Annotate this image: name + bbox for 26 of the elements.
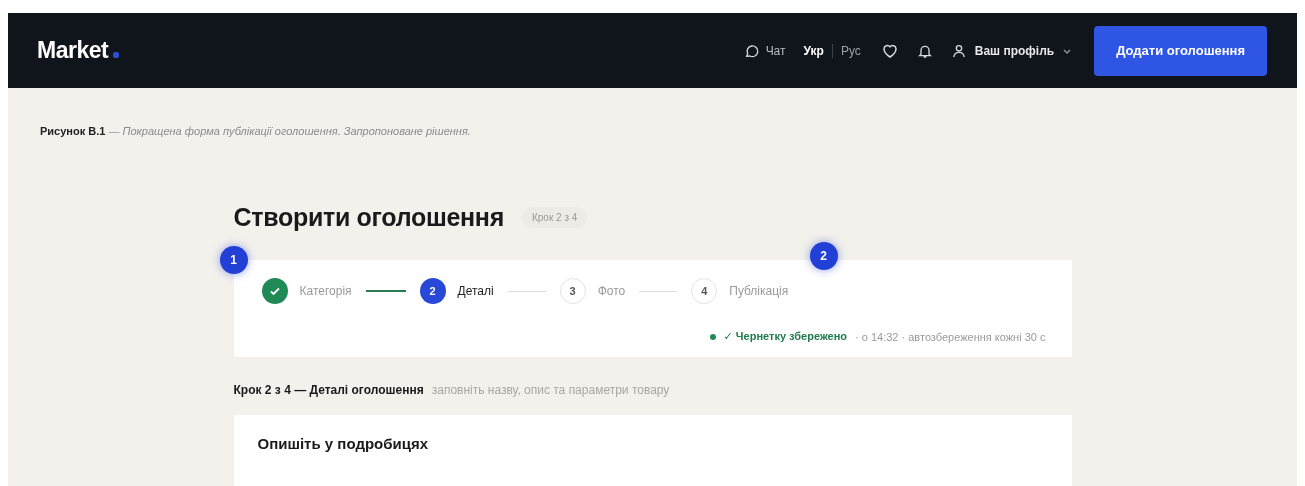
step-label: Фото <box>597 284 626 298</box>
save-detail: · о 14:32 · автозбереження кожні 30 с <box>855 330 1046 343</box>
step-indicator: 3 <box>559 278 586 304</box>
step-label: Категорія <box>299 284 352 298</box>
figure-caption: Рисунок В.1 — Покращена форма публікації оголошення. Запропоноване рішення. <box>39 124 472 137</box>
page-title: Створити оголошення <box>233 203 504 232</box>
step-indicator: 2 <box>419 278 446 304</box>
annotation-marker: 2 <box>809 242 838 270</box>
language-link[interactable]: Рус <box>840 43 861 58</box>
step-label: Деталі <box>457 284 494 298</box>
chat-link[interactable]: Чат <box>743 42 786 59</box>
section-hint: заповніть назву, опис та параметри товару <box>431 383 670 397</box>
step-badge: Крок 2 з 4 <box>521 207 588 228</box>
annotation-marker: 1 <box>219 246 248 274</box>
section-title: Крок 2 з 4 — Деталі оголошення <box>233 383 424 397</box>
add-listing-button[interactable]: Додати оголошення <box>1094 25 1267 76</box>
card-title: Опишіть у подробицях <box>257 435 430 452</box>
check-icon <box>268 285 281 297</box>
logo[interactable]: Market <box>37 37 109 64</box>
step-label: Публікація <box>729 284 789 298</box>
step-indicator: 4 <box>691 278 718 304</box>
save-status: ✓ Чернетку збережено <box>723 330 848 343</box>
chat-icon <box>743 42 760 59</box>
language-link[interactable]: Укр <box>803 43 824 58</box>
user-icon <box>950 42 967 59</box>
profile-menu[interactable]: Ваш профіль <box>950 42 1073 59</box>
